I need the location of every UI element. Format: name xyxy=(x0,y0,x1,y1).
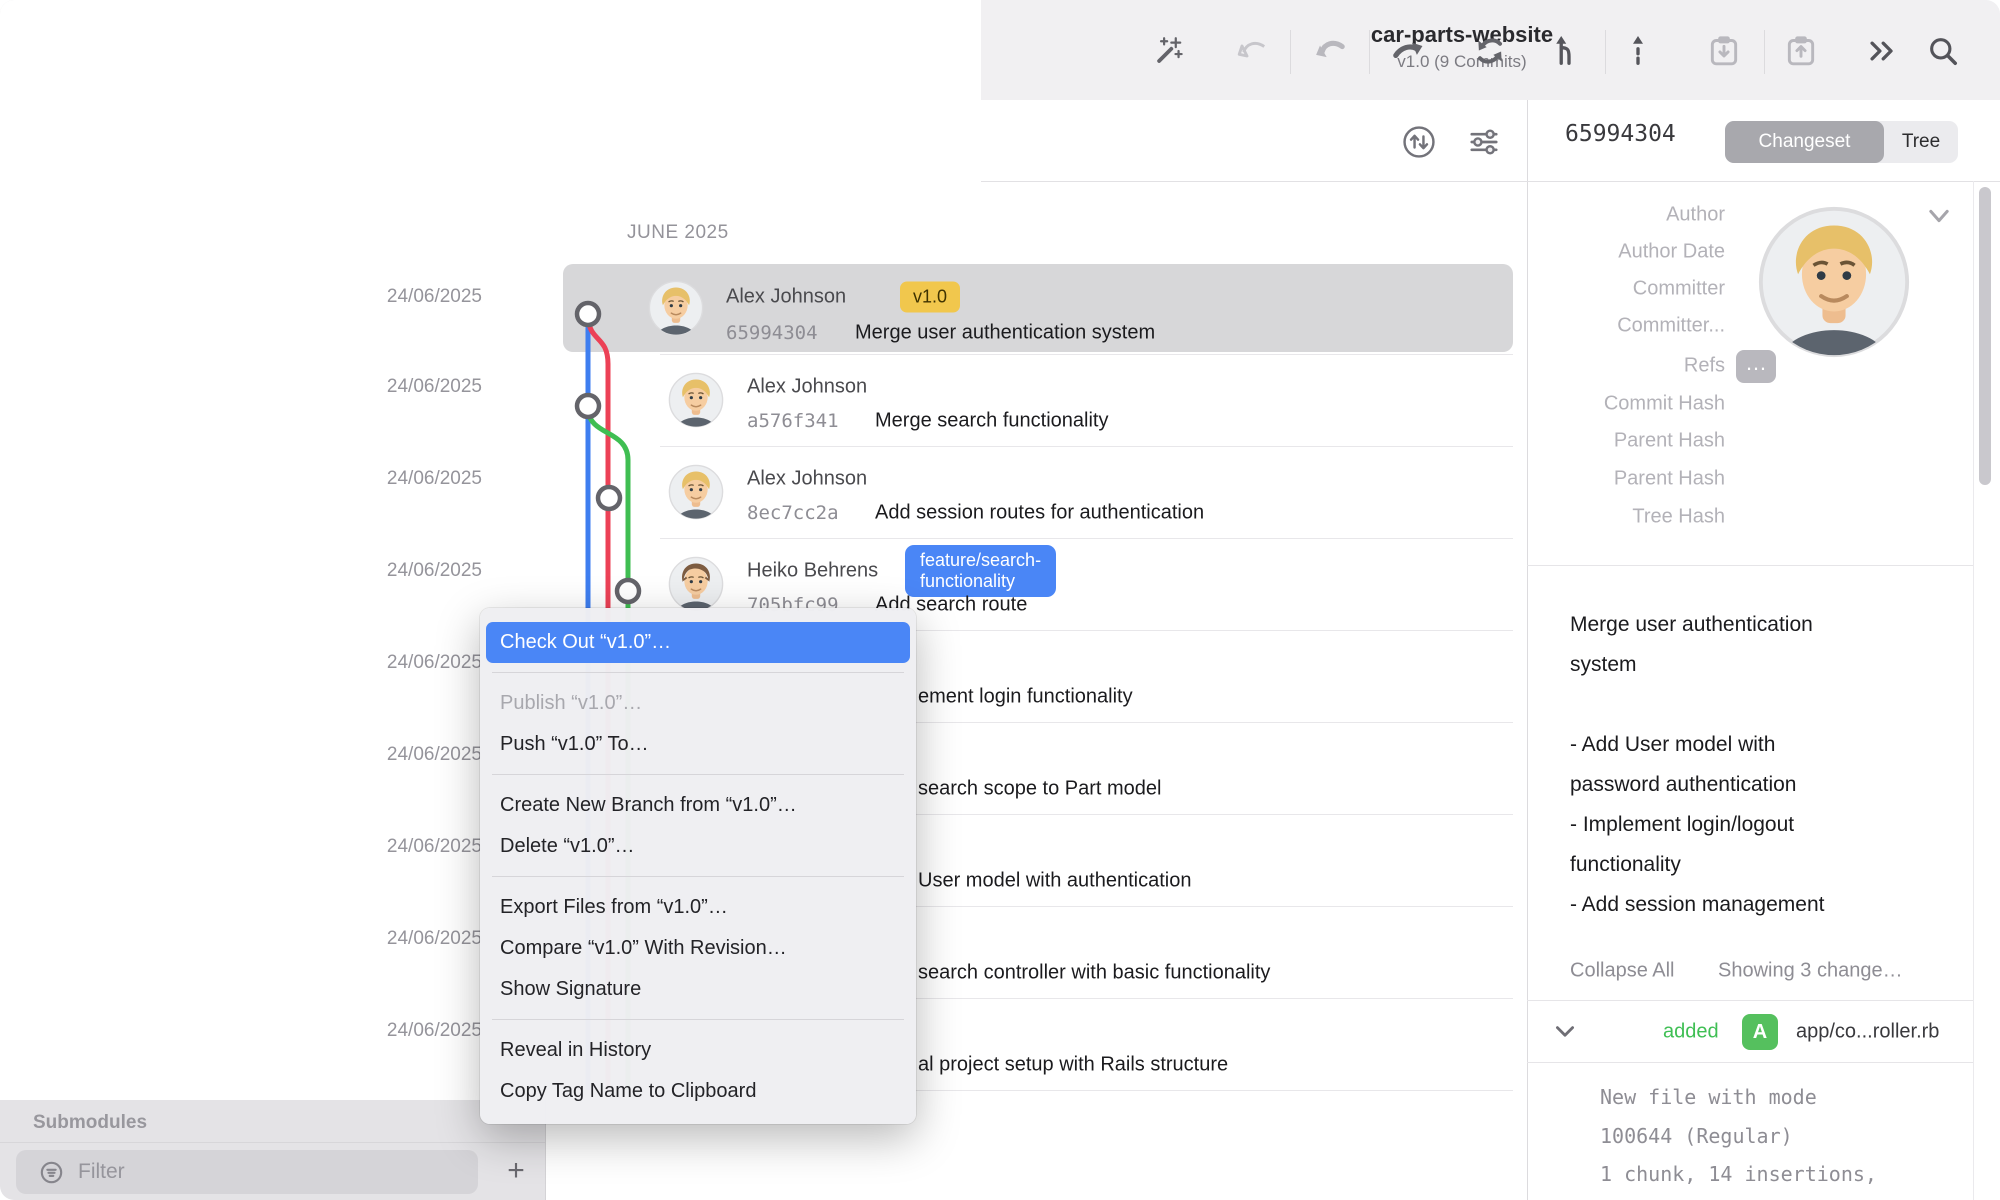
commit-author: Alex Johnson xyxy=(747,376,867,399)
detail-scrollbar[interactable] xyxy=(1979,187,1991,485)
commit-date: 24/06/2025 xyxy=(387,744,482,766)
branch-badge: feature/search-functionality xyxy=(905,545,1056,597)
divider xyxy=(1605,30,1606,74)
commit-message-partial: al project setup with Rails structure xyxy=(918,1054,1228,1077)
menu-separator xyxy=(492,876,904,877)
tag-context-menu: Check Out “v1.0”… Publish “v1.0”…Push “v1… xyxy=(480,608,916,1124)
stash-icon[interactable] xyxy=(1703,30,1745,72)
more-tools-chevrons-icon[interactable] xyxy=(1861,31,1901,71)
menu-item[interactable]: Check Out “v1.0”… xyxy=(486,622,910,663)
divider xyxy=(1290,30,1291,74)
file-name[interactable]: app/co...roller.rb xyxy=(1796,1021,1939,1044)
commit-hash: a576f341 xyxy=(747,410,839,432)
commit-message: Merge user authentication system xyxy=(855,322,1155,345)
add-button[interactable]: + xyxy=(494,1150,538,1194)
menu-item[interactable]: Show Signature xyxy=(480,969,916,1010)
divider xyxy=(1764,30,1765,74)
detail-commit-hash: 65994304 xyxy=(1565,121,1676,147)
filter-input[interactable]: Filter xyxy=(16,1150,478,1194)
changeset-tree-segmented-control: ChangesetTree xyxy=(1725,121,1958,163)
commit-date: 24/06/2025 xyxy=(387,286,482,308)
commit-message: Add session routes for authentication xyxy=(875,502,1204,525)
merge-icon[interactable] xyxy=(1549,31,1589,71)
tag-badge: v1.0 xyxy=(900,282,960,313)
menu-separator xyxy=(492,774,904,775)
commit-author: Alex Johnson xyxy=(726,286,846,309)
filter-settings-icon[interactable] xyxy=(1464,122,1504,162)
commit-date: 24/06/2025 xyxy=(387,836,482,858)
avatar xyxy=(648,280,704,336)
commit-date: 24/06/2025 xyxy=(387,1020,482,1042)
commit-message-partial: User model with authentication xyxy=(918,870,1191,893)
commit-hash: 8ec7cc2a xyxy=(747,502,839,524)
menu-separator xyxy=(492,672,904,673)
sync-icon[interactable] xyxy=(1470,31,1510,71)
avatar xyxy=(668,556,724,612)
sidebar-section-header-submodules: Submodules xyxy=(33,1112,147,1134)
commit-message-partial: search controller with basic functionali… xyxy=(918,962,1270,985)
commit-date: 24/06/2025 xyxy=(387,560,482,582)
menu-item[interactable]: Export Files from “v1.0”… xyxy=(480,887,916,928)
rebase-dashed-icon[interactable] xyxy=(1618,31,1658,71)
undo-filled-icon[interactable] xyxy=(1310,31,1350,71)
file-chevron-down-icon[interactable] xyxy=(1552,1021,1578,1043)
chevron-down-icon[interactable] xyxy=(1925,204,1953,228)
commit-date: 24/06/2025 xyxy=(387,652,482,674)
tab-changeset[interactable]: Changeset xyxy=(1725,121,1884,163)
collapse-all-button[interactable]: Collapse All xyxy=(1570,960,1675,983)
commit-message-partial: ement login functionality xyxy=(918,686,1133,709)
commit-section-header: JUNE 2025 xyxy=(627,222,729,244)
divider xyxy=(0,1142,545,1143)
commit-hash: 65994304 xyxy=(726,322,818,344)
menu-item[interactable]: Copy Tag Name to Clipboard xyxy=(480,1071,916,1112)
undo-outline-icon[interactable] xyxy=(1232,31,1272,71)
filter-icon xyxy=(38,1159,65,1186)
tab-tree[interactable]: Tree xyxy=(1884,121,1958,163)
menu-item: Publish “v1.0”… xyxy=(480,683,916,724)
avatar xyxy=(668,372,724,428)
search-icon[interactable] xyxy=(1923,31,1963,71)
commit-date: 24/06/2025 xyxy=(387,376,482,398)
unstash-icon[interactable] xyxy=(1780,30,1822,72)
commit-author: Heiko Behrens xyxy=(747,560,878,583)
app-window: WorkspaceWorking CopyHistoryStashesPull … xyxy=(0,0,2000,1200)
divider xyxy=(1369,30,1370,74)
refs-more-button[interactable]: … xyxy=(1736,350,1776,383)
menu-item[interactable]: Delete “v1.0”… xyxy=(480,826,916,867)
commit-author: Alex Johnson xyxy=(747,468,867,491)
magic-wand-icon[interactable] xyxy=(1148,31,1188,71)
menu-item[interactable]: Compare “v1.0” With Revision… xyxy=(480,928,916,969)
redo-push-icon[interactable] xyxy=(1388,31,1428,71)
filter-placeholder: Filter xyxy=(78,1160,125,1184)
avatar xyxy=(668,464,724,520)
commit-message-partial: search scope to Part model xyxy=(918,778,1161,801)
menu-item[interactable]: Reveal in History xyxy=(480,1030,916,1071)
commit-date: 24/06/2025 xyxy=(387,928,482,950)
menu-item[interactable]: Create New Branch from “v1.0”… xyxy=(480,785,916,826)
commit-date: 24/06/2025 xyxy=(387,468,482,490)
commit-message: Merge search functionality xyxy=(875,410,1108,433)
menu-item[interactable]: Push “v1.0” To… xyxy=(480,724,916,765)
compare-swap-icon[interactable] xyxy=(1399,122,1439,162)
menu-separator xyxy=(492,1019,904,1020)
